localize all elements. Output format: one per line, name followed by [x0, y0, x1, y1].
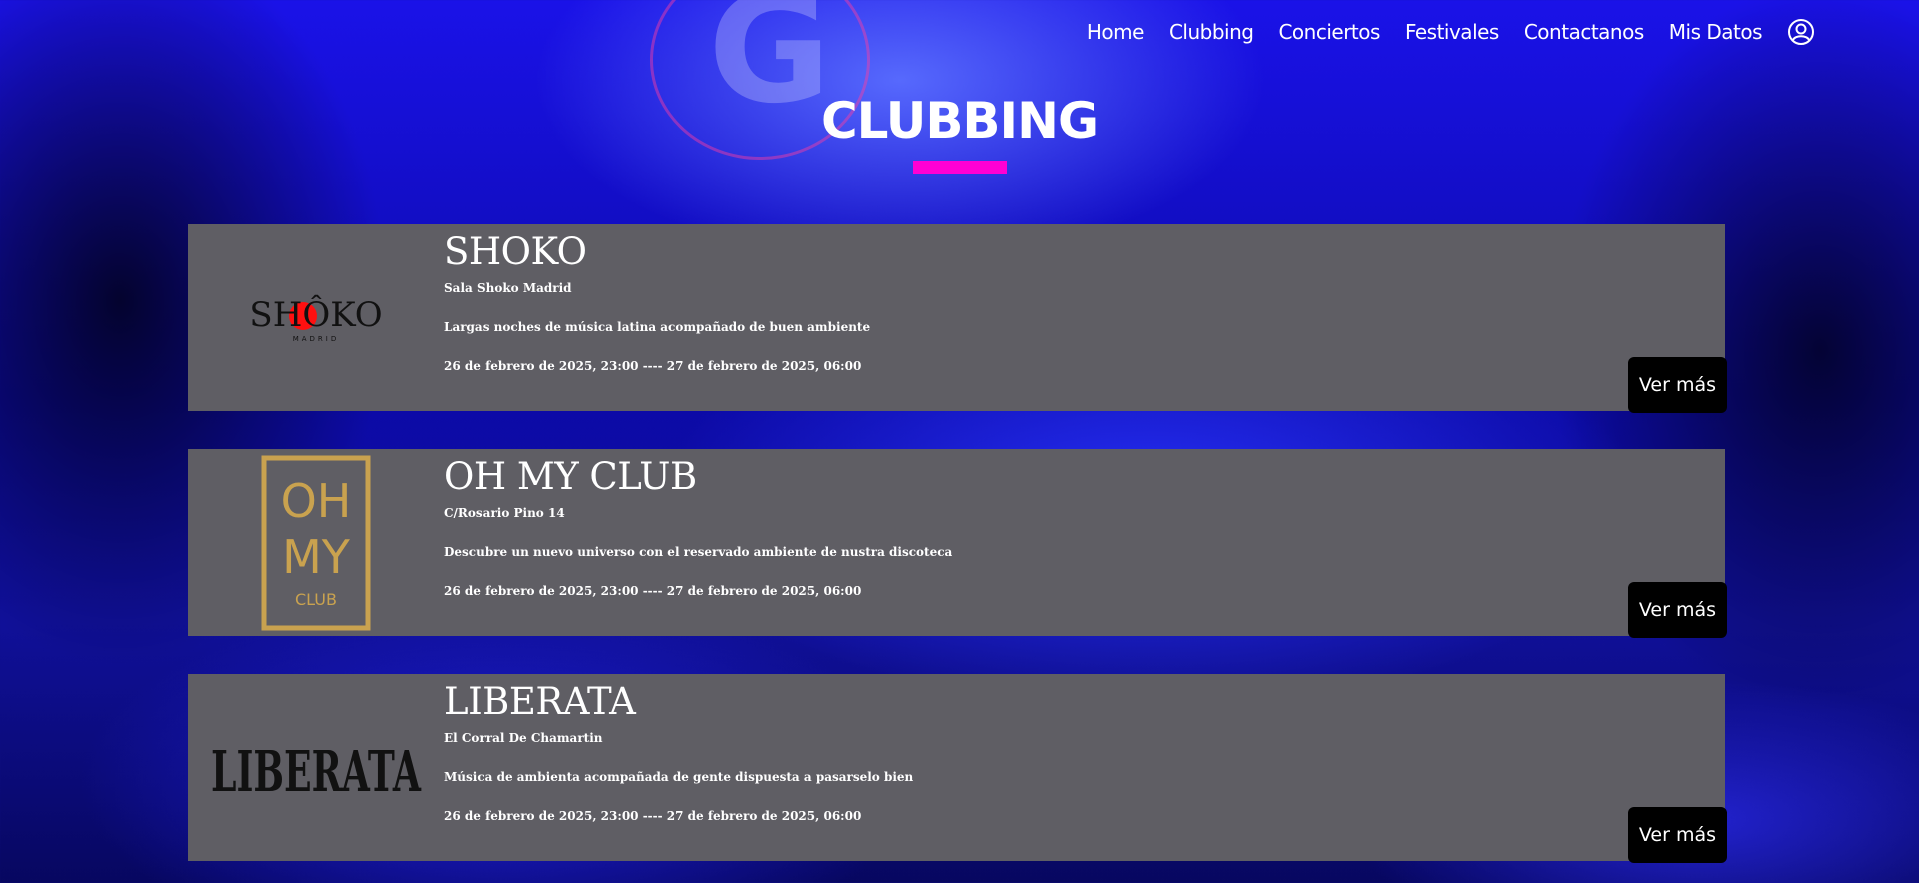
nav-contactanos[interactable]: Contactanos — [1524, 20, 1644, 44]
club-name: SHOKO — [444, 230, 587, 273]
oh-my-club-logo: OH MY CLUB — [188, 449, 443, 636]
liberata-logo-image: LIBERATA — [211, 739, 422, 803]
club-name: LIBERATA — [444, 680, 636, 723]
oh-my-club-logo-image: OH MY CLUB — [261, 455, 370, 630]
nav-conciertos[interactable]: Conciertos — [1278, 20, 1380, 44]
club-card-body: SHOKO Sala Shoko Madrid Largas noches de… — [444, 230, 1625, 374]
club-dates: 26 de febrero de 2025, 23:00 ---- 27 de … — [444, 808, 862, 823]
club-name: OH MY CLUB — [444, 455, 697, 498]
page-title: CLUBBING — [820, 92, 1099, 150]
club-description: Música de ambienta acompañada de gente d… — [444, 769, 914, 784]
club-card-liberata: LIBERATA LIBERATA El Corral De Chamartin… — [188, 674, 1727, 863]
svg-text:OHMYCLUB: OH MY CLUB — [280, 474, 351, 609]
club-description: Largas noches de música latina acompañad… — [444, 319, 871, 334]
club-card-body: OH MY CLUB C/Rosario Pino 14 Descubre un… — [444, 455, 1625, 599]
club-list: SHÔKO MADRID SHOKO Sala Shoko Madrid Lar… — [188, 224, 1727, 883]
liberata-logo: LIBERATA — [188, 674, 443, 861]
nav-home[interactable]: Home — [1087, 20, 1145, 44]
club-dates: 26 de febrero de 2025, 23:00 ---- 27 de … — [444, 583, 862, 598]
nav-festivales[interactable]: Festivales — [1405, 20, 1499, 44]
shoko-logo: SHÔKO MADRID — [188, 224, 443, 411]
nav-mis-datos[interactable]: Mis Datos — [1669, 20, 1763, 44]
ver-mas-button[interactable]: Ver más — [1627, 582, 1727, 638]
svg-text:MADRID: MADRID — [292, 335, 339, 343]
user-circle-icon[interactable] — [1787, 18, 1815, 46]
club-card-body: LIBERATA El Corral De Chamartin Música d… — [444, 680, 1625, 824]
club-card-shoko: SHÔKO MADRID SHOKO Sala Shoko Madrid Lar… — [188, 224, 1727, 413]
club-card-oh-my-club: OH MY CLUB OH MY CLUB C/Rosario Pino 14 De… — [188, 449, 1727, 638]
club-description: Descubre un nuevo universo con el reserv… — [444, 544, 953, 559]
club-address: C/Rosario Pino 14 — [444, 505, 565, 520]
club-address: Sala Shoko Madrid — [444, 280, 572, 295]
ver-mas-button[interactable]: Ver más — [1627, 807, 1727, 863]
nav-clubbing[interactable]: Clubbing — [1169, 20, 1254, 44]
svg-text:LIBERATA: LIBERATA — [211, 739, 422, 803]
ver-mas-button[interactable]: Ver más — [1627, 357, 1727, 413]
club-address: El Corral De Chamartin — [444, 730, 603, 745]
shoko-logo-image: SHÔKO MADRID — [249, 294, 382, 343]
svg-text:SHÔKO: SHÔKO — [249, 294, 382, 335]
title-underline — [913, 161, 1007, 174]
club-dates: 26 de febrero de 2025, 23:00 ---- 27 de … — [444, 358, 862, 373]
main-nav: Home Clubbing Conciertos Festivales Cont… — [1087, 18, 1815, 46]
